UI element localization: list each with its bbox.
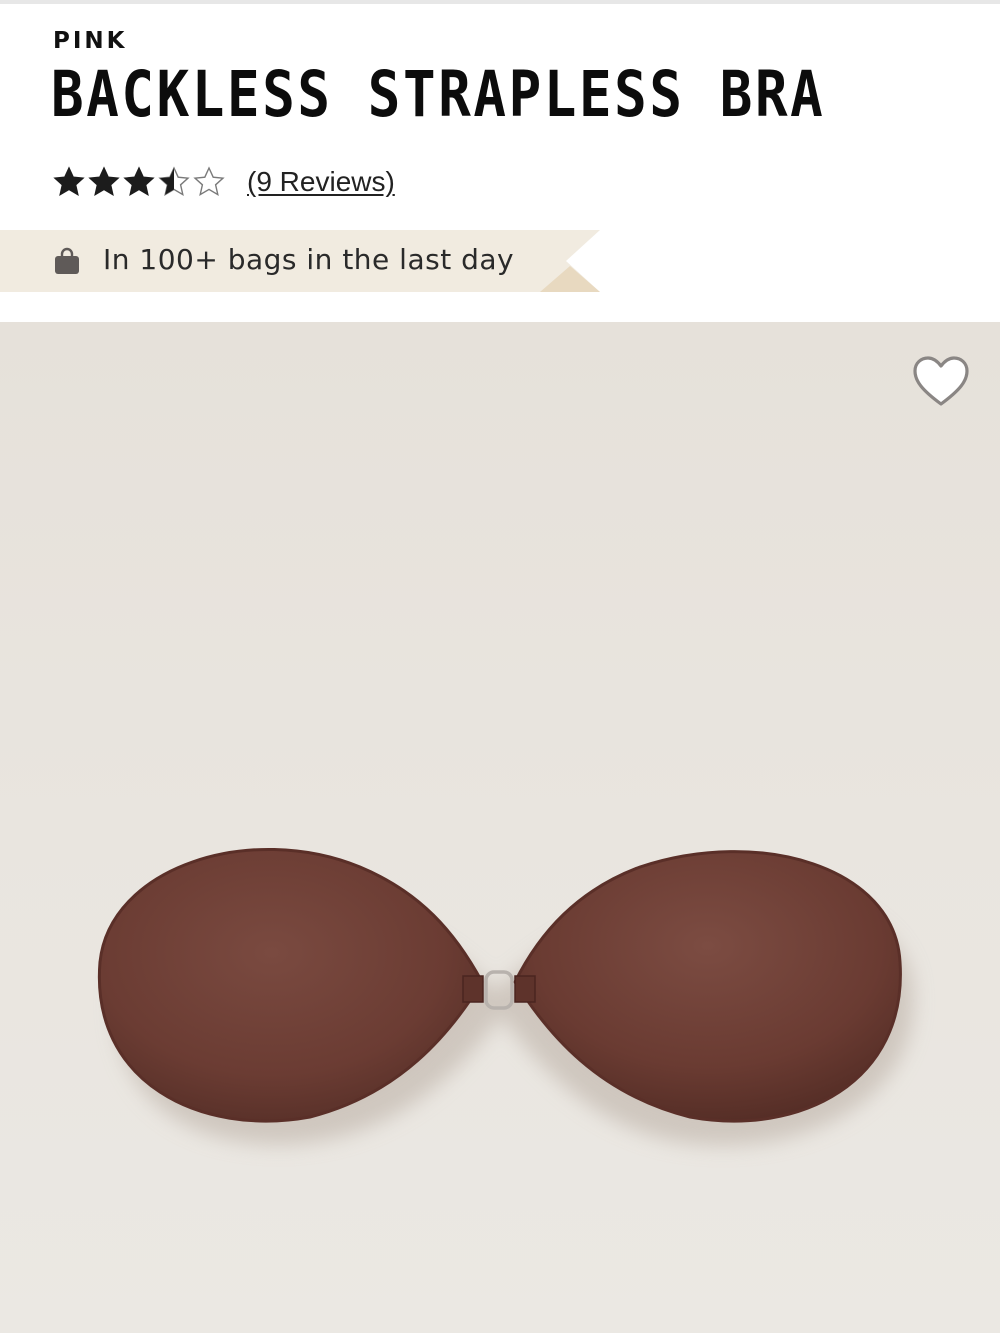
reviews-link[interactable]: (9 Reviews) (247, 166, 395, 198)
social-proof-banner: In 100+ bags in the last day (0, 230, 600, 292)
star-half-icon (158, 166, 190, 197)
heart-icon[interactable] (912, 354, 970, 410)
top-divider (0, 0, 1000, 4)
star-empty-icon (193, 166, 225, 197)
product-photo (97, 848, 914, 1146)
product-image[interactable] (0, 322, 1000, 1333)
social-proof-text: In 100+ bags in the last day (103, 243, 515, 276)
product-title: BACKLESS STRAPLESS BRA (51, 58, 826, 131)
star-filled-icon (53, 166, 85, 197)
star-rating (53, 166, 225, 198)
rating-row: (9 Reviews) (53, 162, 395, 202)
brand-label: PINK (53, 28, 128, 54)
star-filled-icon (88, 166, 120, 197)
star-filled-icon (123, 166, 155, 197)
shopping-bag-icon (55, 247, 79, 274)
